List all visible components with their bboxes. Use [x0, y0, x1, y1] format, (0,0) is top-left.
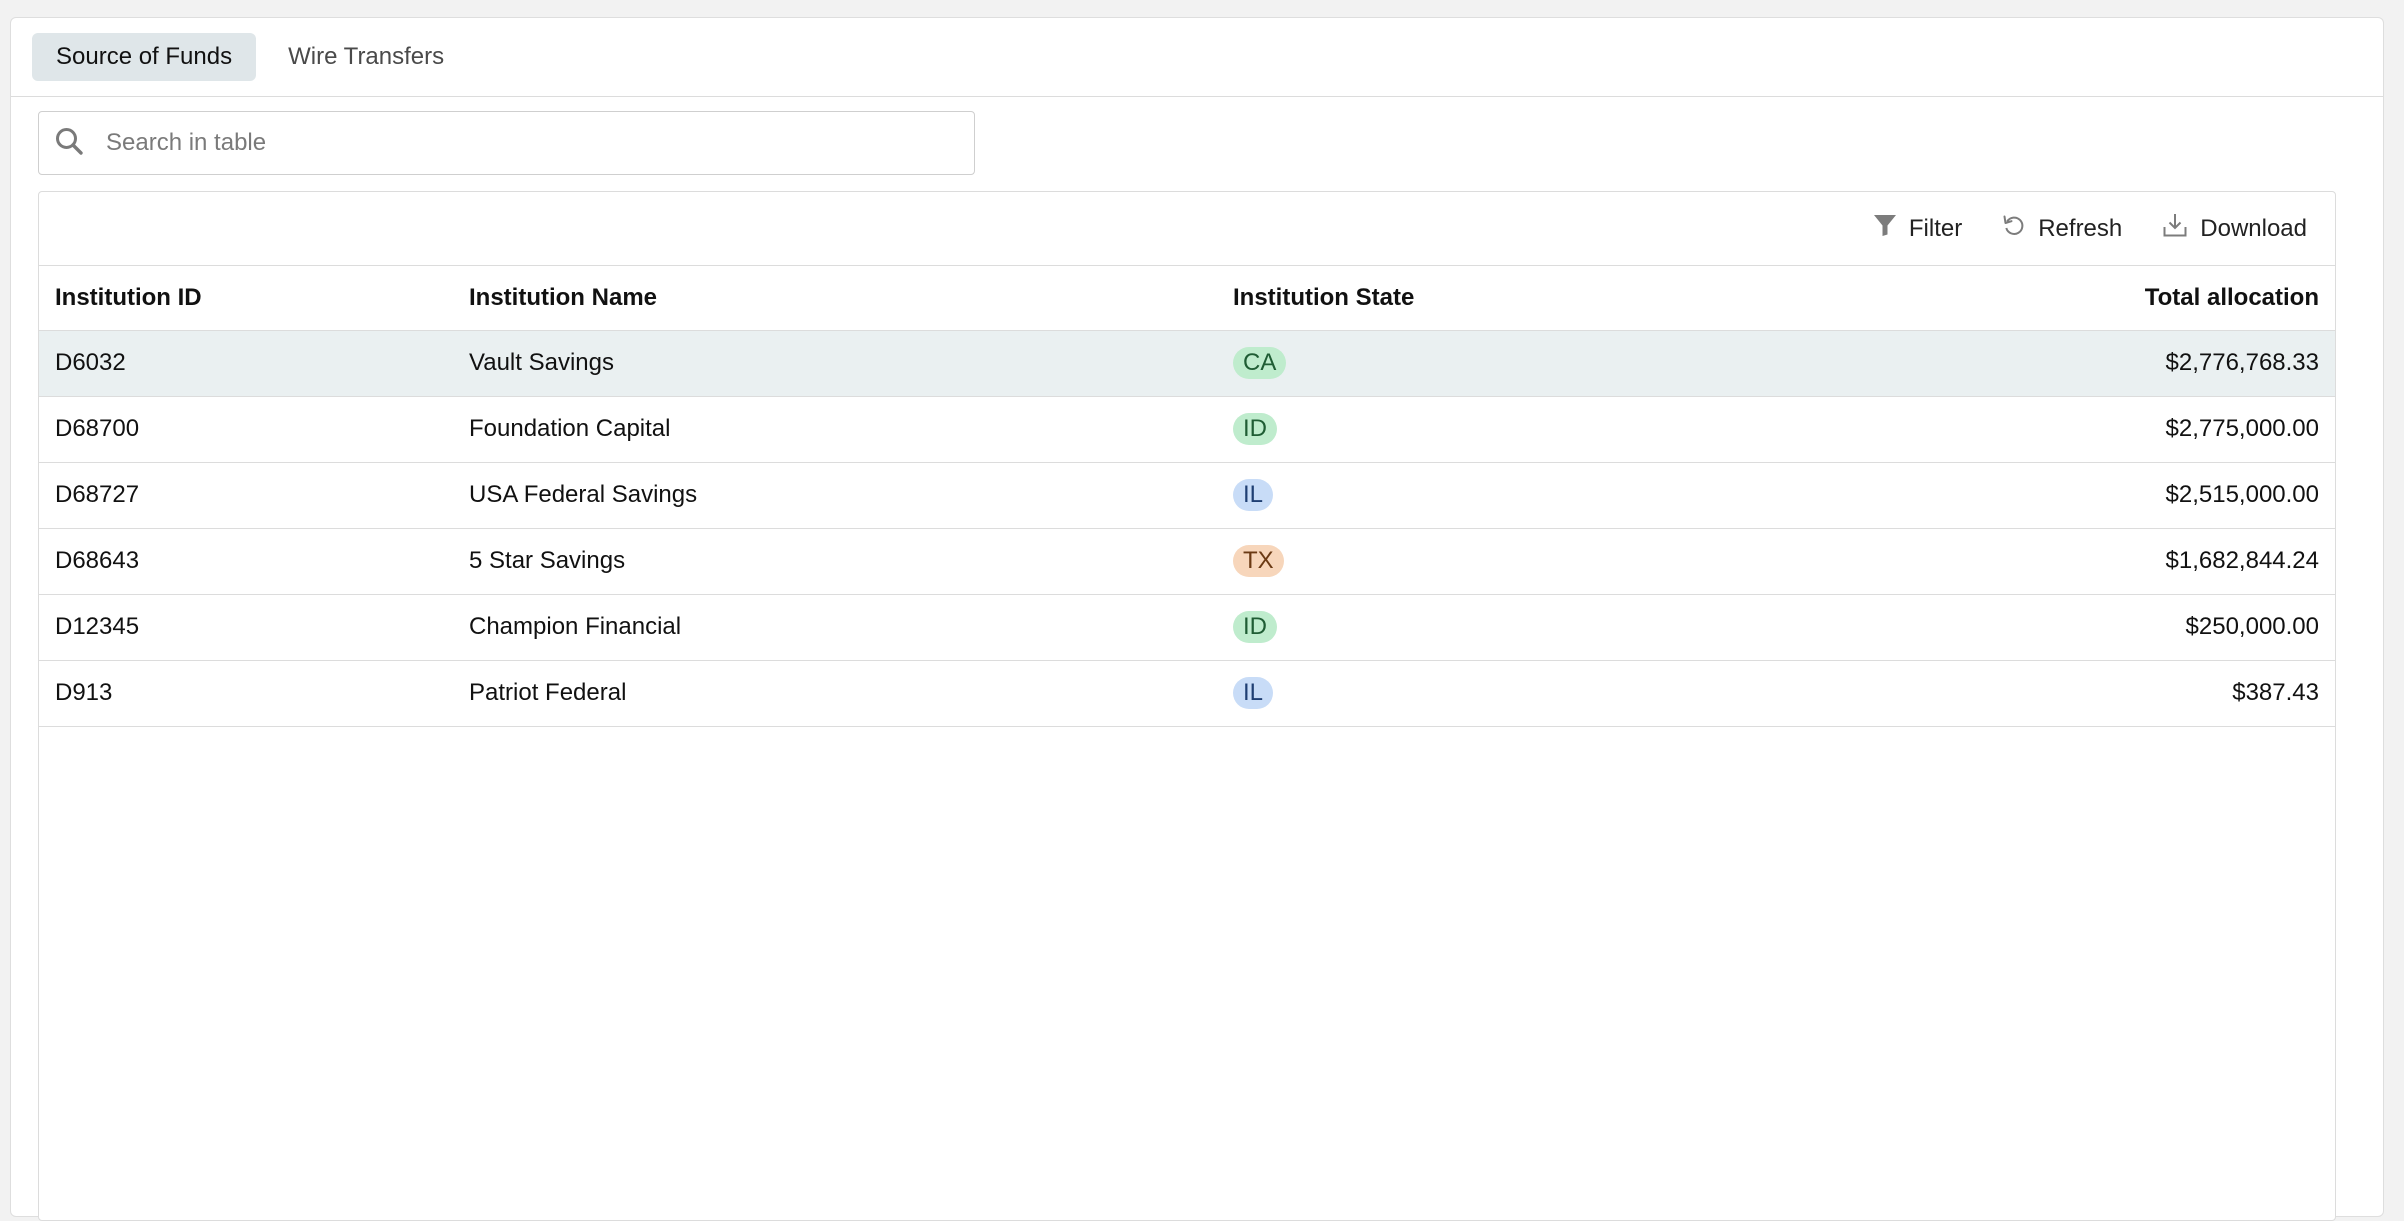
tab-wire-transfers[interactable]: Wire Transfers	[264, 33, 468, 81]
table-body: D6032 Vault Savings CA $2,776,768.33 D68700 F…	[39, 330, 2335, 727]
cell-institution-id: D913	[39, 660, 453, 727]
state-badge: IL	[1233, 677, 1274, 709]
tab-bar: Source of Funds Wire Transfers	[11, 18, 2383, 97]
search-input[interactable]	[106, 129, 926, 157]
cell-total-allocation: $2,776,768.33	[1777, 330, 2335, 397]
cell-institution-name: 5 Star Savings	[453, 528, 1217, 595]
refresh-button[interactable]: Refresh	[2002, 213, 2122, 244]
cell-total-allocation: $1,682,844.24	[1777, 528, 2335, 595]
cell-total-allocation: $2,775,000.00	[1777, 396, 2335, 463]
table-header-row: Institution ID Institution Name Institut…	[39, 266, 2335, 331]
refresh-label: Refresh	[2038, 214, 2123, 242]
table-row[interactable]: D12345 Champion Financial ID $250,000.00	[39, 594, 2335, 661]
download-label: Download	[2200, 214, 2307, 242]
column-header-total-allocation[interactable]: Total allocation	[1777, 266, 2335, 331]
institutions-table: Institution ID Institution Name Institut…	[39, 266, 2335, 727]
cell-institution-state: IL	[1217, 660, 1777, 727]
cell-institution-id: D68700	[39, 396, 453, 463]
download-button[interactable]: Download	[2162, 212, 2307, 245]
column-header-institution-id[interactable]: Institution ID	[39, 266, 453, 331]
filter-label: Filter	[1908, 214, 1963, 242]
state-badge: CA	[1233, 347, 1287, 379]
cell-institution-name: Patriot Federal	[453, 660, 1217, 727]
download-icon	[2162, 212, 2188, 245]
cell-institution-name: Champion Financial	[453, 594, 1217, 661]
cell-institution-state: IL	[1217, 462, 1777, 529]
cell-total-allocation: $387.43	[1777, 660, 2335, 727]
cell-institution-id: D6032	[39, 330, 453, 397]
filter-button[interactable]: Filter	[1873, 213, 1962, 244]
state-badge: IL	[1233, 479, 1274, 511]
table-panel: Filter Refresh Download Institution ID I…	[38, 191, 2336, 1221]
cell-institution-state: ID	[1217, 396, 1777, 463]
cell-institution-id: D12345	[39, 594, 453, 661]
table-row[interactable]: D913 Patriot Federal IL $387.43	[39, 660, 2335, 727]
tab-source-of-funds[interactable]: Source of Funds	[32, 33, 257, 81]
cell-institution-state: CA	[1217, 330, 1777, 397]
table-row[interactable]: D68727 USA Federal Savings IL $2,515,000.00	[39, 462, 2335, 529]
table-row[interactable]: D6032 Vault Savings CA $2,776,768.33	[39, 330, 2335, 397]
cell-institution-name: Foundation Capital	[453, 396, 1217, 463]
column-header-institution-state[interactable]: Institution State	[1217, 266, 1777, 331]
cell-institution-id: D68727	[39, 462, 453, 529]
state-badge: ID	[1233, 611, 1277, 643]
search-icon	[54, 126, 84, 161]
table-row[interactable]: D68643 5 Star Savings TX $1,682,844.24	[39, 528, 2335, 595]
cell-institution-name: Vault Savings	[453, 330, 1217, 397]
filter-icon	[1873, 213, 1897, 244]
refresh-icon	[2002, 213, 2026, 244]
search-box[interactable]	[38, 111, 975, 175]
column-header-institution-name[interactable]: Institution Name	[453, 266, 1217, 331]
state-badge: TX	[1233, 545, 1284, 577]
table-toolbar: Filter Refresh Download	[39, 192, 2335, 266]
cell-institution-state: ID	[1217, 594, 1777, 661]
table-row[interactable]: D68700 Foundation Capital ID $2,775,000.00	[39, 396, 2335, 463]
state-badge: ID	[1233, 413, 1277, 445]
cell-total-allocation: $250,000.00	[1777, 594, 2335, 661]
cell-total-allocation: $2,515,000.00	[1777, 462, 2335, 529]
cell-institution-id: D68643	[39, 528, 453, 595]
cell-institution-name: USA Federal Savings	[453, 462, 1217, 529]
cell-institution-state: TX	[1217, 528, 1777, 595]
